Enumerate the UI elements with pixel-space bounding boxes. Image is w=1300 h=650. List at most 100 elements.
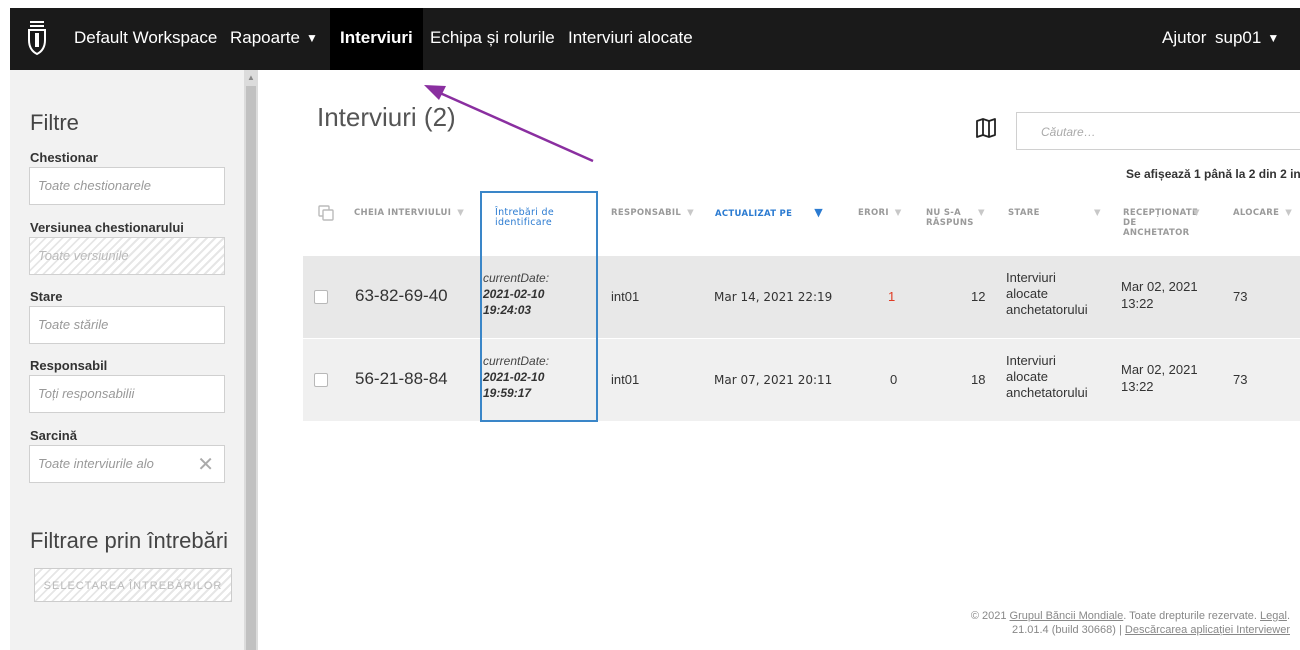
nav-team-roles[interactable]: Echipa și rolurile: [430, 8, 555, 70]
filter-icon[interactable]: ▼: [1094, 208, 1101, 218]
updated-cell: Mar 07, 2021 20:11: [714, 373, 833, 387]
filter-icon[interactable]: ▼: [687, 208, 694, 218]
workspace-logo-icon[interactable]: [24, 18, 50, 58]
footer-org-link[interactable]: Grupul Băncii Mondiale: [1010, 610, 1124, 622]
filter-icon[interactable]: ▼: [457, 208, 464, 218]
assignment-cell[interactable]: 73: [1233, 289, 1247, 304]
footer-line-1: © 2021 Grupul Băncii Mondiale. Toate dre…: [970, 610, 1290, 622]
col-unanswered[interactable]: NU S-A RĂSPUNS ▼: [926, 208, 996, 228]
nav-reports[interactable]: Rapoarte ▼: [230, 8, 318, 70]
status-cell: Interviuri alocate anchetatorului: [1006, 270, 1088, 318]
col-status[interactable]: STARE ▼: [1008, 208, 1101, 218]
footer-version: 21.01.4 (build 30668) |: [1011, 624, 1122, 636]
responsible-cell[interactable]: int01: [611, 372, 639, 387]
identifying-questions-cell: currentDate: 2021-02-10 19:59:17: [483, 353, 549, 401]
question-filter-title: Filtrare prin întrebări: [30, 528, 229, 553]
task-select[interactable]: Toate interviurile alo ✕: [29, 445, 225, 483]
clear-x-icon[interactable]: ✕: [197, 452, 214, 477]
col-assignment-label[interactable]: ALOCARE: [1233, 208, 1279, 218]
unanswered-cell: 18: [971, 372, 986, 387]
map-icon[interactable]: [975, 117, 997, 139]
footer-line-2: 21.01.4 (build 30668) | Descărcarea apli…: [971, 623, 1290, 637]
entries-info: Se afișează 1 până la 2 din 2 intrări: [1126, 167, 1300, 181]
footer: © 2021 Grupul Băncii Mondiale. Toate dre…: [971, 609, 1290, 637]
col-responsible[interactable]: RESPONSABIL ▼: [611, 208, 694, 218]
status-line: anchetatorului: [1006, 385, 1088, 400]
footer-download-link[interactable]: Descărcarea aplicației Interviewer: [1125, 624, 1290, 636]
filters-title: Filtre: [30, 110, 79, 135]
filter-icon[interactable]: ▼: [895, 208, 902, 218]
status-cell: Interviuri alocate anchetatorului: [1006, 353, 1088, 401]
col-errors-label[interactable]: ERORI: [858, 208, 889, 218]
page-title: Interviuri (2): [317, 102, 456, 132]
footer-copyright: © 2021: [970, 610, 1007, 622]
col-interview-key[interactable]: CHEIA INTERVIULUI ▼: [354, 208, 464, 218]
ident-time: 19:24:03: [483, 303, 532, 317]
responsible-select[interactable]: Toți responsabilii: [29, 375, 225, 413]
col-status-label[interactable]: STARE: [1008, 208, 1040, 218]
questionnaire-select[interactable]: Toate chestionarele: [29, 167, 225, 205]
col-interview-key-label[interactable]: CHEIA INTERVIULUI: [354, 208, 451, 218]
ident-label: currentDate:: [483, 354, 550, 368]
nav-interviews[interactable]: Interviuri: [330, 8, 423, 70]
sort-desc-icon[interactable]: ▼: [814, 206, 823, 219]
errors-cell: 1: [888, 289, 896, 304]
col-responsible-label[interactable]: RESPONSABIL: [611, 208, 681, 218]
updated-cell: Mar 14, 2021 22:19: [714, 290, 833, 304]
received-cell: Mar 02, 2021 13:22: [1121, 278, 1198, 312]
select-all-icon[interactable]: [318, 205, 334, 221]
col-updated[interactable]: ACTUALIZAT PE ▼: [715, 206, 823, 219]
nav-workspace[interactable]: Default Workspace: [74, 8, 217, 70]
col-identifying-questions[interactable]: Întrebări de identificare: [495, 208, 585, 228]
version-label: Versiunea chestionarului: [30, 220, 184, 235]
nav-reports-label[interactable]: Rapoarte: [230, 28, 300, 47]
nav-assigned-interviews[interactable]: Interviuri alocate: [568, 8, 693, 70]
row-checkbox[interactable]: [314, 290, 328, 304]
filter-icon[interactable]: ▼: [1193, 208, 1200, 218]
filter-icon[interactable]: ▼: [978, 208, 985, 218]
questionnaire-label: Chestionar: [30, 150, 98, 165]
received-cell: Mar 02, 2021 13:22: [1121, 361, 1198, 395]
col-errors[interactable]: ERORI ▼: [858, 208, 902, 218]
received-date: Mar 02, 2021: [1121, 362, 1198, 377]
received-date: Mar 02, 2021: [1121, 279, 1198, 294]
scrollbar-thumb[interactable]: [246, 86, 256, 650]
nav-help[interactable]: Ajutor: [1162, 8, 1206, 70]
status-select[interactable]: Toate stările: [29, 306, 225, 344]
ident-time: 19:59:17: [483, 386, 532, 400]
col-received[interactable]: RECEPȚIONATE DE ANCHETATOR ▼: [1123, 208, 1203, 238]
filter-icon[interactable]: ▼: [1285, 208, 1292, 218]
search-input[interactable]: Căutare…: [1016, 112, 1300, 150]
col-unanswered-label[interactable]: NU S-A RĂSPUNS: [926, 208, 974, 228]
interview-key[interactable]: 56-21-88-84: [355, 369, 448, 389]
user-menu[interactable]: sup01 ▼: [1215, 8, 1279, 70]
ident-date: 2021-02-10: [483, 287, 545, 301]
status-line: Interviuri: [1006, 270, 1056, 285]
status-label: Stare: [30, 289, 63, 304]
responsible-label: Responsabil: [30, 358, 108, 373]
sidebar-scrollbar[interactable]: ▲: [244, 70, 258, 650]
status-line: anchetatorului: [1006, 302, 1088, 317]
unanswered-cell: 12: [971, 289, 986, 304]
received-time: 13:22: [1121, 379, 1154, 394]
version-select: Toate versiunile: [29, 237, 225, 275]
ident-date: 2021-02-10: [483, 370, 545, 384]
status-line: alocate: [1006, 286, 1048, 301]
scroll-up-icon[interactable]: ▲: [247, 74, 255, 82]
col-assignment[interactable]: ALOCARE ▼: [1233, 208, 1292, 218]
top-navbar: Default Workspace Rapoarte ▼ Interviuri E…: [10, 8, 1300, 70]
table-row[interactable]: 63-82-69-40 currentDate: 2021-02-10 19:2…: [303, 256, 1300, 338]
errors-cell: 0: [890, 372, 898, 387]
responsible-cell[interactable]: int01: [611, 289, 639, 304]
footer-legal-link[interactable]: Legal: [1260, 610, 1287, 622]
assignment-cell[interactable]: 73: [1233, 372, 1247, 387]
row-checkbox[interactable]: [314, 373, 328, 387]
interview-key[interactable]: 63-82-69-40: [355, 286, 448, 306]
user-name[interactable]: sup01: [1215, 28, 1261, 47]
col-received-label[interactable]: RECEPȚIONATE DE ANCHETATOR: [1123, 208, 1198, 238]
status-line: Interviuri: [1006, 353, 1056, 368]
col-updated-label[interactable]: ACTUALIZAT PE: [715, 209, 792, 219]
caret-down-icon[interactable]: ▼: [1267, 31, 1279, 45]
table-row[interactable]: 56-21-88-84 currentDate: 2021-02-10 19:5…: [303, 339, 1300, 421]
caret-down-icon[interactable]: ▼: [306, 31, 318, 45]
